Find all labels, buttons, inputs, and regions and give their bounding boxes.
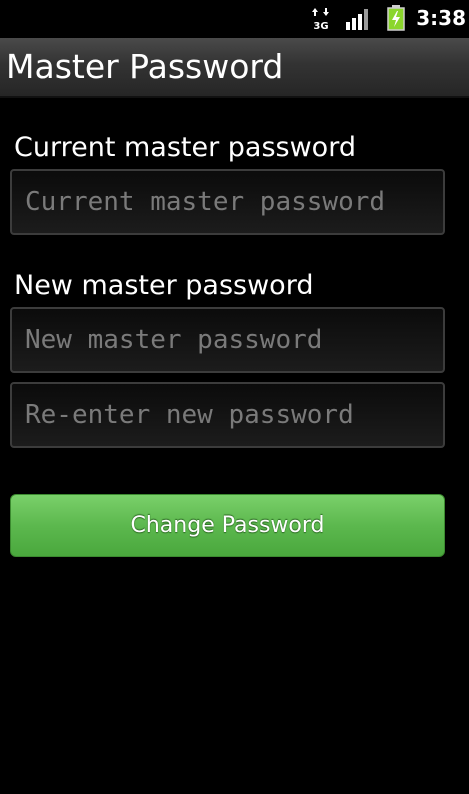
- page-title: Master Password: [6, 47, 284, 86]
- current-password-label: Current master password: [14, 132, 356, 163]
- new-password-label: New master password: [14, 270, 314, 301]
- signal-bars-icon: [346, 9, 368, 30]
- new-password-input[interactable]: [10, 307, 445, 373]
- status-time: 3:38: [416, 6, 466, 30]
- status-bar: 3G 3:38: [0, 0, 469, 38]
- change-password-button[interactable]: Change Password: [10, 494, 445, 557]
- network-type-label: 3G: [313, 21, 328, 31]
- battery-charging-icon: [387, 5, 405, 31]
- current-password-input[interactable]: [10, 169, 445, 235]
- reenter-password-input[interactable]: [10, 382, 445, 448]
- network-3g-icon: 3G: [312, 8, 329, 31]
- title-bar: Master Password: [0, 38, 469, 98]
